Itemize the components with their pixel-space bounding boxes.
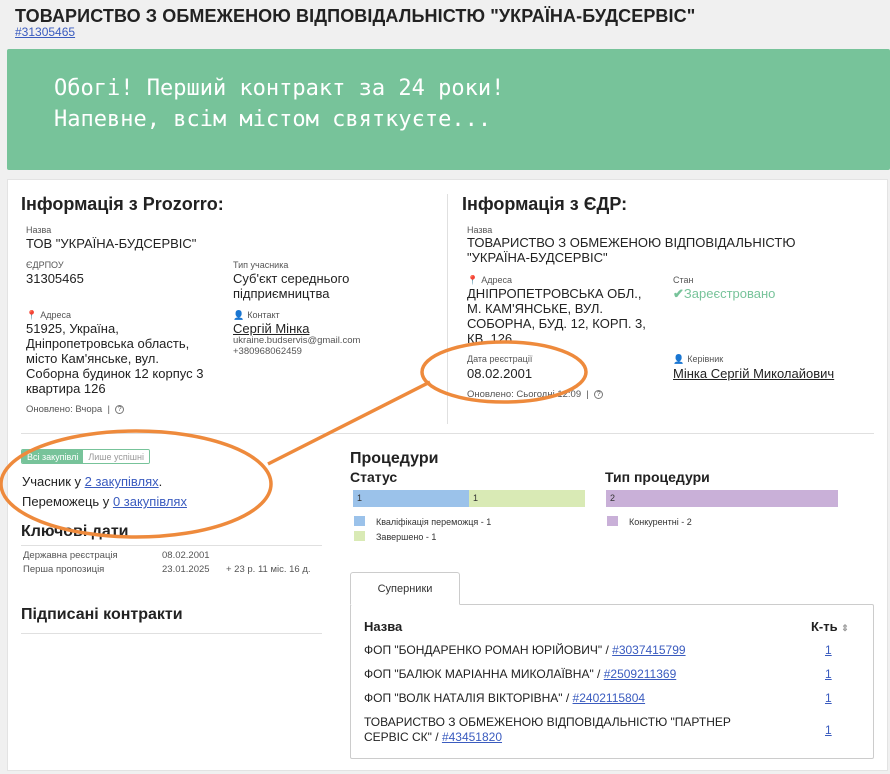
edr-address-label: 📍 Адреса [467,275,512,285]
contact-label: 👤 Контакт [233,310,280,320]
edr-name-line-1: ТОВАРИСТВО З ОБМЕЖЕНОЮ ВІДПОВІДАЛЬНІСТЮ [467,235,796,250]
prozorro-address-line: Соборна будинок 12 корпус 3 [26,366,204,381]
participant-type-line-2: підприємництва [233,286,330,301]
competitor-code-link[interactable]: #3037415799 [612,643,685,657]
edr-address: ДНІПРОПЕТРОВСЬКА ОБЛ., М. КАМ'ЯНСЬКЕ, ВУ… [467,286,646,346]
banner-line-2: Напевне, всім містом святкуєте... [54,107,492,132]
edr-address-line: КВ. 126 [467,331,513,346]
divider [21,633,322,634]
sort-icon[interactable]: ⇕ [841,623,849,633]
competitor-count-link[interactable]: 1 [825,643,832,657]
col-header-name: Назва [364,619,403,634]
edr-name-line-2: "УКРАЇНА-БУДСЕРВІС" [467,250,608,265]
legend-swatch [354,516,365,526]
table-row: ФОП "ВОЛК НАТАЛІЯ ВІКТОРІВНА" / #2402115… [364,691,646,705]
divider [21,545,322,546]
prozorro-address-line: 51925, Україна, [26,321,119,336]
competitor-code-link[interactable]: #2402115804 [573,691,646,705]
competitor-count-link[interactable]: 1 [825,667,832,681]
banner-line-1: Обогі! Перший контракт за 24 роки! [54,76,505,101]
edr-name-label: Назва [467,225,493,235]
prozorro-address: 51925, Україна, Дніпропетровська область… [26,321,203,396]
location-pin-icon: 📍 [467,275,479,285]
person-icon: 👤 [673,354,685,364]
toggle-all-purchases[interactable]: Всі закупівлі [22,450,84,463]
prozorro-address-line: місто Кам'янське, вул. [26,351,160,366]
competitor-code-link[interactable]: #43451820 [442,730,502,744]
company-code-link[interactable]: #31305465 [15,25,75,39]
competitor-code-link[interactable]: #2509211369 [604,667,677,681]
chart-bar-segment: 1 [469,490,585,507]
banner-text: Обогі! Перший контракт за 24 роки! Напев… [54,73,504,135]
head-label: 👤 Керівник [673,354,724,364]
table-row: ФОП "БОНДАРЕНКО РОМАН ЮРІЙОВИЧ" / #30374… [364,643,686,657]
reg-date: 08.02.2001 [467,366,533,381]
type-chart-title: Тип процедури [605,469,710,485]
table-row: ТОВАРИСТВО З ОБМЕЖЕНОЮ ВІДПОВІДАЛЬНІСТЮ … [364,715,731,744]
prozorro-name: ТОВ "УКРАЇНА-БУДСЕРВІС" [26,236,197,251]
edr-title: Інформація з ЄДР: [462,194,628,214]
contact-phone: +380968062459 [233,346,302,357]
key-dates-title: Ключові дати [21,523,129,540]
participant-purchases-link[interactable]: 2 закупівлях [85,474,159,489]
participant-summary: Учасник у 2 закупівлях. [22,474,163,489]
edr-address-line: СОБОРНА, БУД. 12, КОРП. 3, [467,316,646,331]
participant-type: Суб'єкт середнього підприємництва [233,271,349,301]
reg-date-label: Дата реєстрації [467,354,533,364]
chart-bar-segment: 2 [606,490,838,507]
key-date-extra: + 23 р. 11 міс. 16 д. [226,564,311,575]
toggle-successful-only[interactable]: Лише успішні [83,450,149,463]
location-pin-icon: 📍 [26,310,38,320]
table-row: ФОП "БАЛЮК МАРІАННА МИКОЛАЇВНА" / #25092… [364,667,677,681]
participant-type-line-1: Суб'єкт середнього [233,271,350,286]
edr-address-line: М. КАМ'ЯНСЬКЕ, ВУЛ. [467,301,603,316]
help-icon[interactable]: ? [594,389,604,399]
edr-address-line: ДНІПРОПЕТРОВСЬКА ОБЛ., [467,286,642,301]
prozorro-address-line: квартира 126 [26,381,106,396]
winner-purchases-link[interactable]: 0 закупівлях [113,494,187,509]
key-date-label: Перша пропозиція [23,564,105,575]
prozorro-title: Інформація з Prozorro: [21,194,224,214]
section-divider [21,433,874,434]
status-value: ✔Зареєстровано [673,286,776,301]
legend-label: Кваліфікація переможця - 1 [376,517,492,527]
contact-name-link[interactable]: Сергій Мінка [233,321,309,336]
legend-swatch [607,516,618,526]
edr-updated: Оновлено: Сьогодні 12:09 | ? [467,389,604,401]
edrpou-label: ЄДРПОУ [26,260,64,270]
legend-label: Конкурентні - 2 [629,517,692,527]
help-icon[interactable]: ? [115,404,125,414]
tab-competitors[interactable]: Суперники [350,572,460,605]
divider [447,194,448,424]
competitor-count-link[interactable]: 1 [825,691,832,705]
status-chart-title: Статус [350,469,398,485]
check-icon: ✔ [673,286,684,301]
prozorro-address-label: 📍 Адреса [26,310,71,320]
key-date-value: 23.01.2025 [162,564,210,575]
prozorro-address-line: Дніпропетровська область, [26,336,190,351]
status-label: Стан [673,275,694,285]
chart-bar-segment: 1 [353,490,469,507]
key-date-value: 08.02.2001 [162,550,210,561]
col-header-count[interactable]: К-ть ⇕ [811,619,849,636]
edr-name: ТОВАРИСТВО З ОБМЕЖЕНОЮ ВІДПОВІДАЛЬНІСТЮ "… [467,235,795,265]
competitor-count-link[interactable]: 1 [825,723,832,737]
purchases-filter-toggle: Всі закупівлі Лише успішні [21,449,150,464]
edrpou-value: 31305465 [26,271,84,286]
page-title: ТОВАРИСТВО З ОБМЕЖЕНОЮ ВІДПОВІДАЛЬНІСТЮ … [15,6,696,26]
prozorro-name-label: Назва [26,225,52,235]
legend-swatch [354,531,365,541]
winner-summary: Переможець у 0 закупівлях [22,494,187,509]
prozorro-updated: Оновлено: Вчора | ? [26,404,125,416]
key-date-label: Державна реєстрація [23,550,118,561]
congrats-banner: Обогі! Перший контракт за 24 роки! Напев… [7,49,890,170]
head-link[interactable]: Мінка Сергій Миколайович [673,366,834,381]
contracts-title: Підписані контракти [21,606,183,623]
participant-type-label: Тип учасника [233,260,289,270]
procedures-title: Процедури [350,450,439,467]
legend-label: Завершено - 1 [376,532,437,542]
person-icon: 👤 [233,310,245,320]
